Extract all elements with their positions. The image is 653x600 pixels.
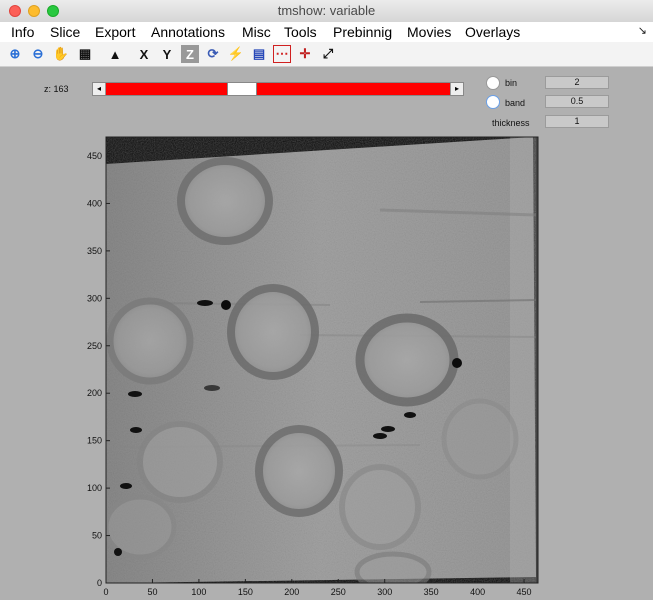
x-axis-icon[interactable]: X xyxy=(135,45,153,63)
x-tick-label: 50 xyxy=(147,587,157,597)
film-icon[interactable]: ▤ xyxy=(250,45,268,63)
menu-overlays[interactable]: Overlays xyxy=(465,24,520,40)
y-tick-label: 200 xyxy=(87,388,102,398)
menu-misc[interactable]: Misc xyxy=(242,24,271,40)
fullscreen-icon[interactable]: ⤢ xyxy=(319,45,337,63)
histogram-icon[interactable]: ▲ xyxy=(106,45,124,63)
dots-grid-icon[interactable]: ⋯ xyxy=(273,45,291,63)
y-tick-label: 0 xyxy=(97,578,102,588)
x-tick-label: 450 xyxy=(517,587,532,597)
tomogram-view[interactable]: 0 50 100 150 200 250 300 350 400 450 0 50 100 150 200 2… xyxy=(0,67,653,600)
menu-corner-icon[interactable]: ↘ xyxy=(638,24,647,37)
menu-prebinnig[interactable]: Prebinnig xyxy=(333,24,392,40)
rotate-3d-icon[interactable]: ⟳ xyxy=(204,45,222,63)
zoom-in-icon[interactable]: ⊕ xyxy=(6,45,24,63)
x-tick-label: 200 xyxy=(284,587,299,597)
z-axis-icon[interactable]: Z xyxy=(181,45,199,63)
x-tick-label: 150 xyxy=(238,587,253,597)
x-tick-label: 400 xyxy=(470,587,485,597)
x-tick-label: 250 xyxy=(331,587,346,597)
toolbar: ⊕ ⊖ ✋ ▦ ▲ X Y Z ⟳ ⚡ ▤ ⋯ ✛ ⤢ xyxy=(0,42,653,67)
zoom-out-icon[interactable]: ⊖ xyxy=(29,45,47,63)
menu-bar: Info Slice Export Annotations Misc Tools… xyxy=(0,22,653,43)
menu-export[interactable]: Export xyxy=(95,24,135,40)
y-axis-icon[interactable]: Y xyxy=(158,45,176,63)
app-window: tmshow: variable Info Slice Export Annot… xyxy=(0,0,653,600)
y-tick-label: 100 xyxy=(87,483,102,493)
x-tick-label: 300 xyxy=(377,587,392,597)
y-tick-label: 250 xyxy=(87,341,102,351)
crosshair-grid-icon[interactable]: ✛ xyxy=(296,45,314,63)
y-tick-label: 50 xyxy=(92,531,102,541)
tomogram-image xyxy=(106,137,538,583)
window-title: tmshow: variable xyxy=(277,3,376,18)
menu-annotations[interactable]: Annotations xyxy=(151,24,225,40)
x-tick-label: 100 xyxy=(191,587,206,597)
x-tick-label: 0 xyxy=(103,587,108,597)
colormap-icon[interactable]: ▦ xyxy=(76,45,94,63)
menu-slice[interactable]: Slice xyxy=(50,24,80,40)
y-tick-label: 350 xyxy=(87,246,102,256)
content-area: z: 163 ◂ ▸ bin 2 band 0.5 thickness 1 0 … xyxy=(0,67,653,600)
title-bar: tmshow: variable xyxy=(0,0,653,23)
y-tick-label: 300 xyxy=(87,293,102,303)
y-tick-label: 150 xyxy=(87,436,102,446)
menu-tools[interactable]: Tools xyxy=(284,24,317,40)
pan-hand-icon[interactable]: ✋ xyxy=(52,45,70,63)
link-icon[interactable]: ⚡ xyxy=(227,45,245,63)
menu-movies[interactable]: Movies xyxy=(407,24,451,40)
menu-info[interactable]: Info xyxy=(11,24,34,40)
x-tick-label: 350 xyxy=(424,587,439,597)
y-tick-label: 450 xyxy=(87,151,102,161)
y-tick-label: 400 xyxy=(87,198,102,208)
